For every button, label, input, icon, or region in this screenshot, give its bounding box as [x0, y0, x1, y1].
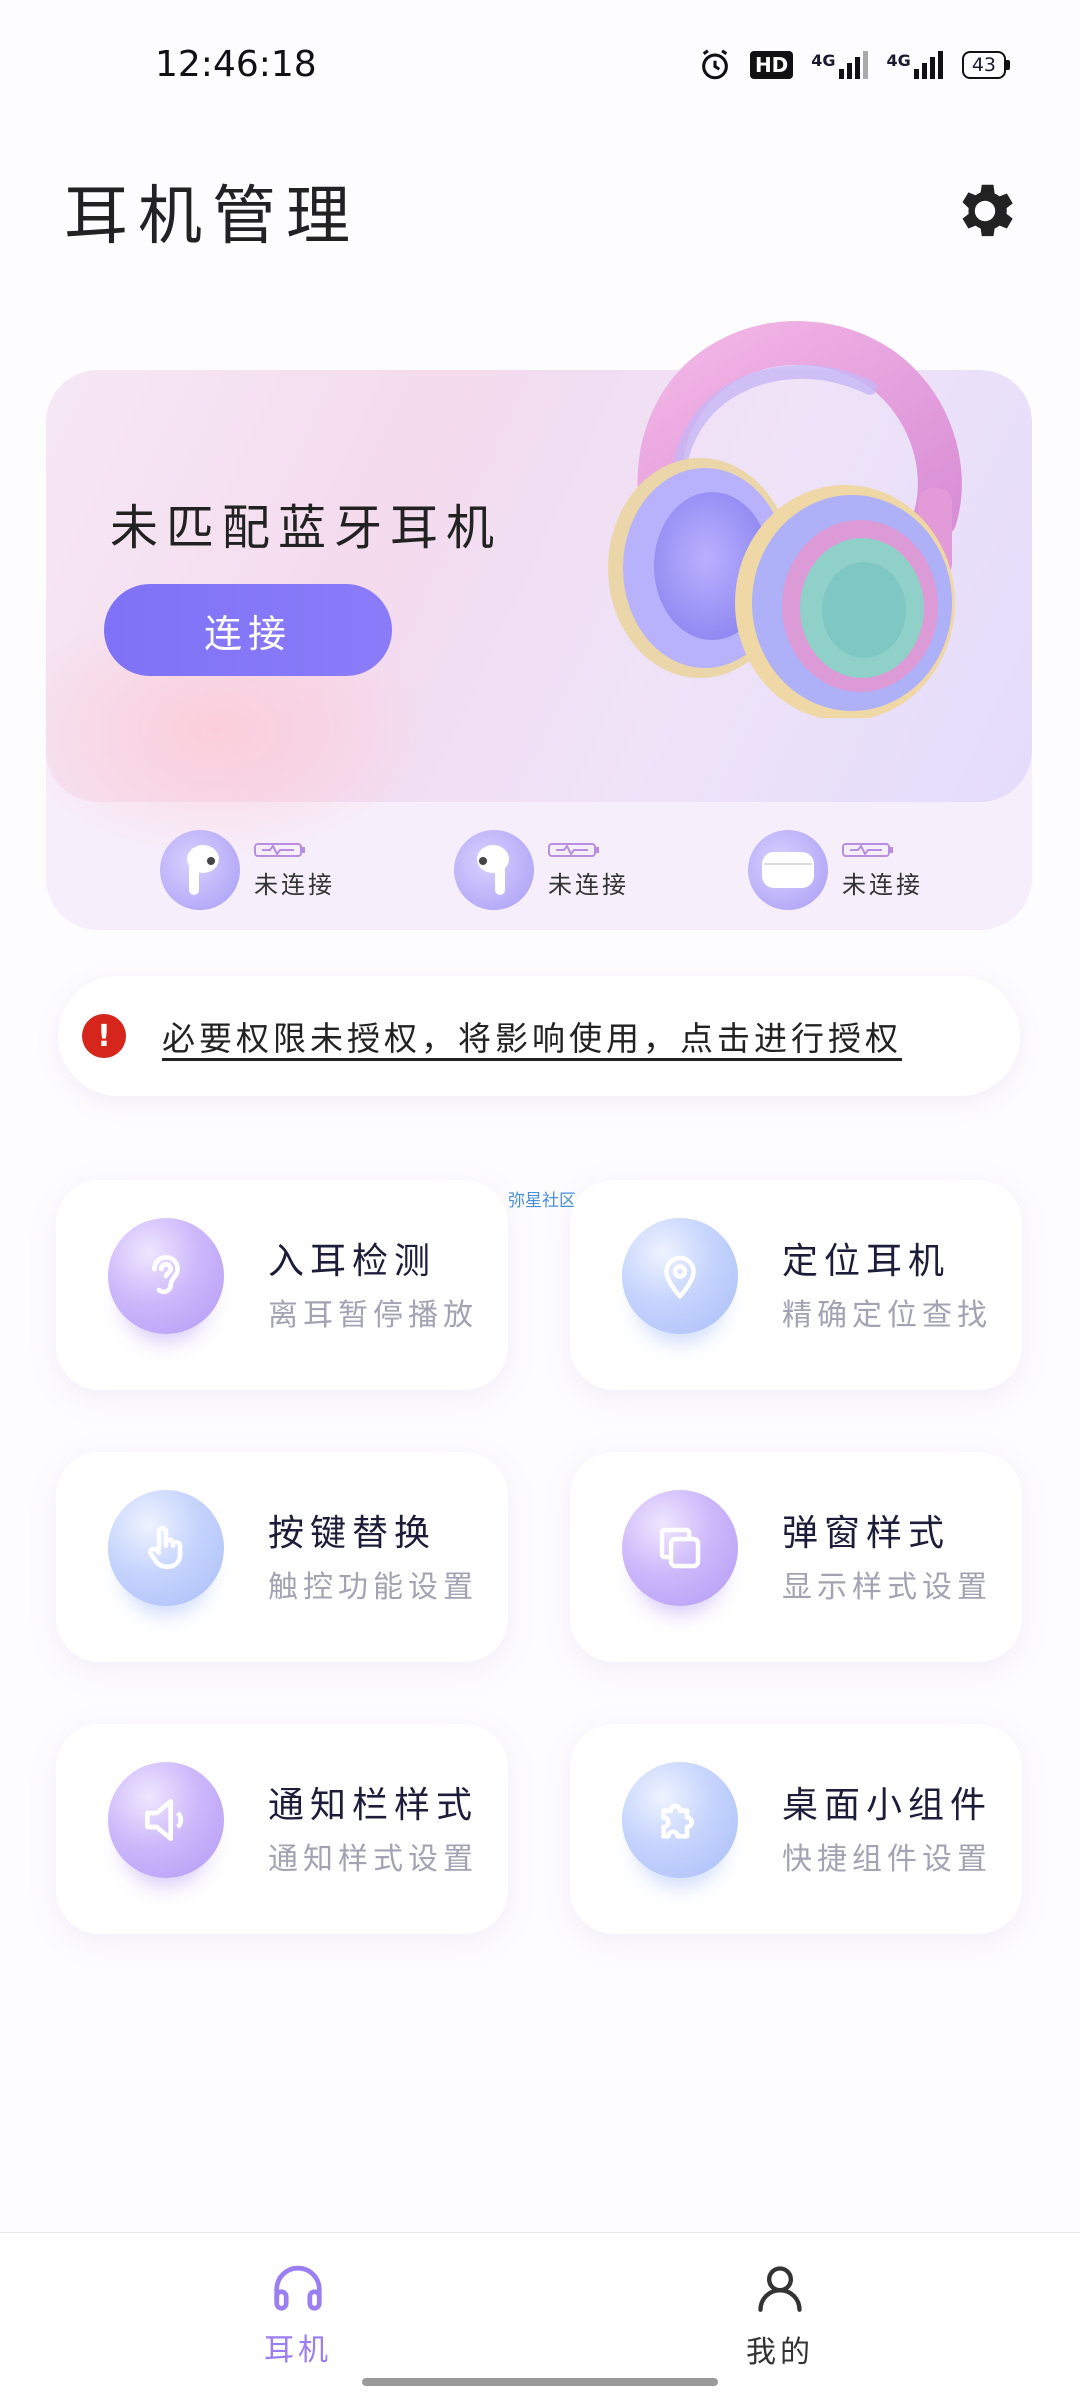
battery-wave-icon [254, 842, 305, 857]
device-status-title: 未匹配蓝牙耳机 [110, 500, 503, 556]
card-title: 通知栏样式 [268, 1785, 479, 1826]
card-title: 入耳检测 [268, 1241, 437, 1282]
settings-button[interactable] [950, 176, 1020, 246]
feature-card-locate[interactable]: 定位耳机 精确定位查找 [570, 1180, 1022, 1390]
nav-tab-mine[interactable]: 我的 [700, 2261, 860, 2371]
device-charging-case[interactable]: 未连接 [748, 820, 923, 920]
speaker-icon [108, 1762, 224, 1878]
gear-icon [962, 184, 1013, 237]
location-pin-icon [622, 1218, 738, 1334]
charging-case-icon [748, 830, 828, 910]
device-status: 未连接 [254, 870, 335, 899]
permission-banner[interactable]: ! 必要权限未授权，将影响使用，点击进行授权 [58, 976, 1020, 1096]
card-subtitle: 离耳暂停播放 [268, 1298, 478, 1333]
alert-icon: ! [82, 1014, 126, 1058]
card-title: 按键替换 [268, 1513, 437, 1554]
permission-link[interactable]: 必要权限未授权，将影响使用，点击进行授权 [162, 1012, 902, 1060]
feature-card-notification-style[interactable]: 通知栏样式 通知样式设置 [56, 1724, 508, 1934]
feature-card-widget[interactable]: 桌面小组件 快捷组件设置 [570, 1724, 1022, 1934]
signal-4g-icon-1: 4G [811, 51, 868, 79]
card-subtitle: 精确定位查找 [782, 1298, 992, 1333]
device-earbud-left[interactable]: 未连接 [160, 820, 335, 920]
touch-icon [108, 1490, 224, 1606]
card-subtitle: 触控功能设置 [268, 1570, 478, 1605]
bottom-nav: 耳机 我的 [0, 2232, 1080, 2401]
puzzle-icon [622, 1762, 738, 1878]
hd-badge: HD [749, 51, 794, 79]
nav-label: 耳机 [264, 2333, 332, 2368]
feature-card-popup-style[interactable]: 弹窗样式 显示样式设置 [570, 1452, 1022, 1662]
card-subtitle: 快捷组件设置 [782, 1842, 992, 1877]
feature-card-key-remap[interactable]: 按键替换 触控功能设置 [56, 1452, 508, 1662]
battery-wave-icon [842, 842, 893, 857]
device-status: 未连接 [548, 870, 629, 899]
earbud-right-icon [454, 830, 534, 910]
home-indicator[interactable] [362, 2378, 718, 2386]
status-time: 12:46:18 [155, 44, 317, 85]
card-subtitle: 显示样式设置 [782, 1570, 992, 1605]
battery-wave-icon [548, 842, 599, 857]
user-icon [758, 2266, 802, 2312]
card-subtitle: 通知样式设置 [268, 1842, 478, 1877]
nav-label: 我的 [746, 2335, 814, 2370]
device-earbud-right[interactable]: 未连接 [454, 820, 629, 920]
card-title: 桌面小组件 [782, 1785, 993, 1826]
nav-tab-earphones[interactable]: 耳机 [218, 2261, 378, 2369]
alarm-icon [702, 49, 728, 80]
ear-icon [108, 1218, 224, 1334]
device-status: 未连接 [842, 870, 923, 899]
page-title: 耳机管理 [64, 180, 360, 254]
earbud-left-icon [160, 830, 240, 910]
connect-button[interactable]: 连接 [104, 584, 392, 676]
watermark-text: 弥星社区 [508, 1191, 576, 1211]
feature-card-ear-detection[interactable]: 入耳检测 离耳暂停播放 [56, 1180, 508, 1390]
battery-icon: 43 [961, 51, 1010, 79]
card-title: 弹窗样式 [782, 1513, 951, 1554]
card-title: 定位耳机 [782, 1241, 951, 1282]
earbud-device-list: 未连接 未连接 未连接 [46, 820, 1032, 920]
headphones-icon [274, 2265, 322, 2311]
status-icons: HD 4G 4G 43 [698, 48, 1010, 82]
popup-window-icon [622, 1490, 738, 1606]
signal-4g-icon-2: 4G [887, 51, 944, 79]
headphones-image [608, 321, 962, 718]
